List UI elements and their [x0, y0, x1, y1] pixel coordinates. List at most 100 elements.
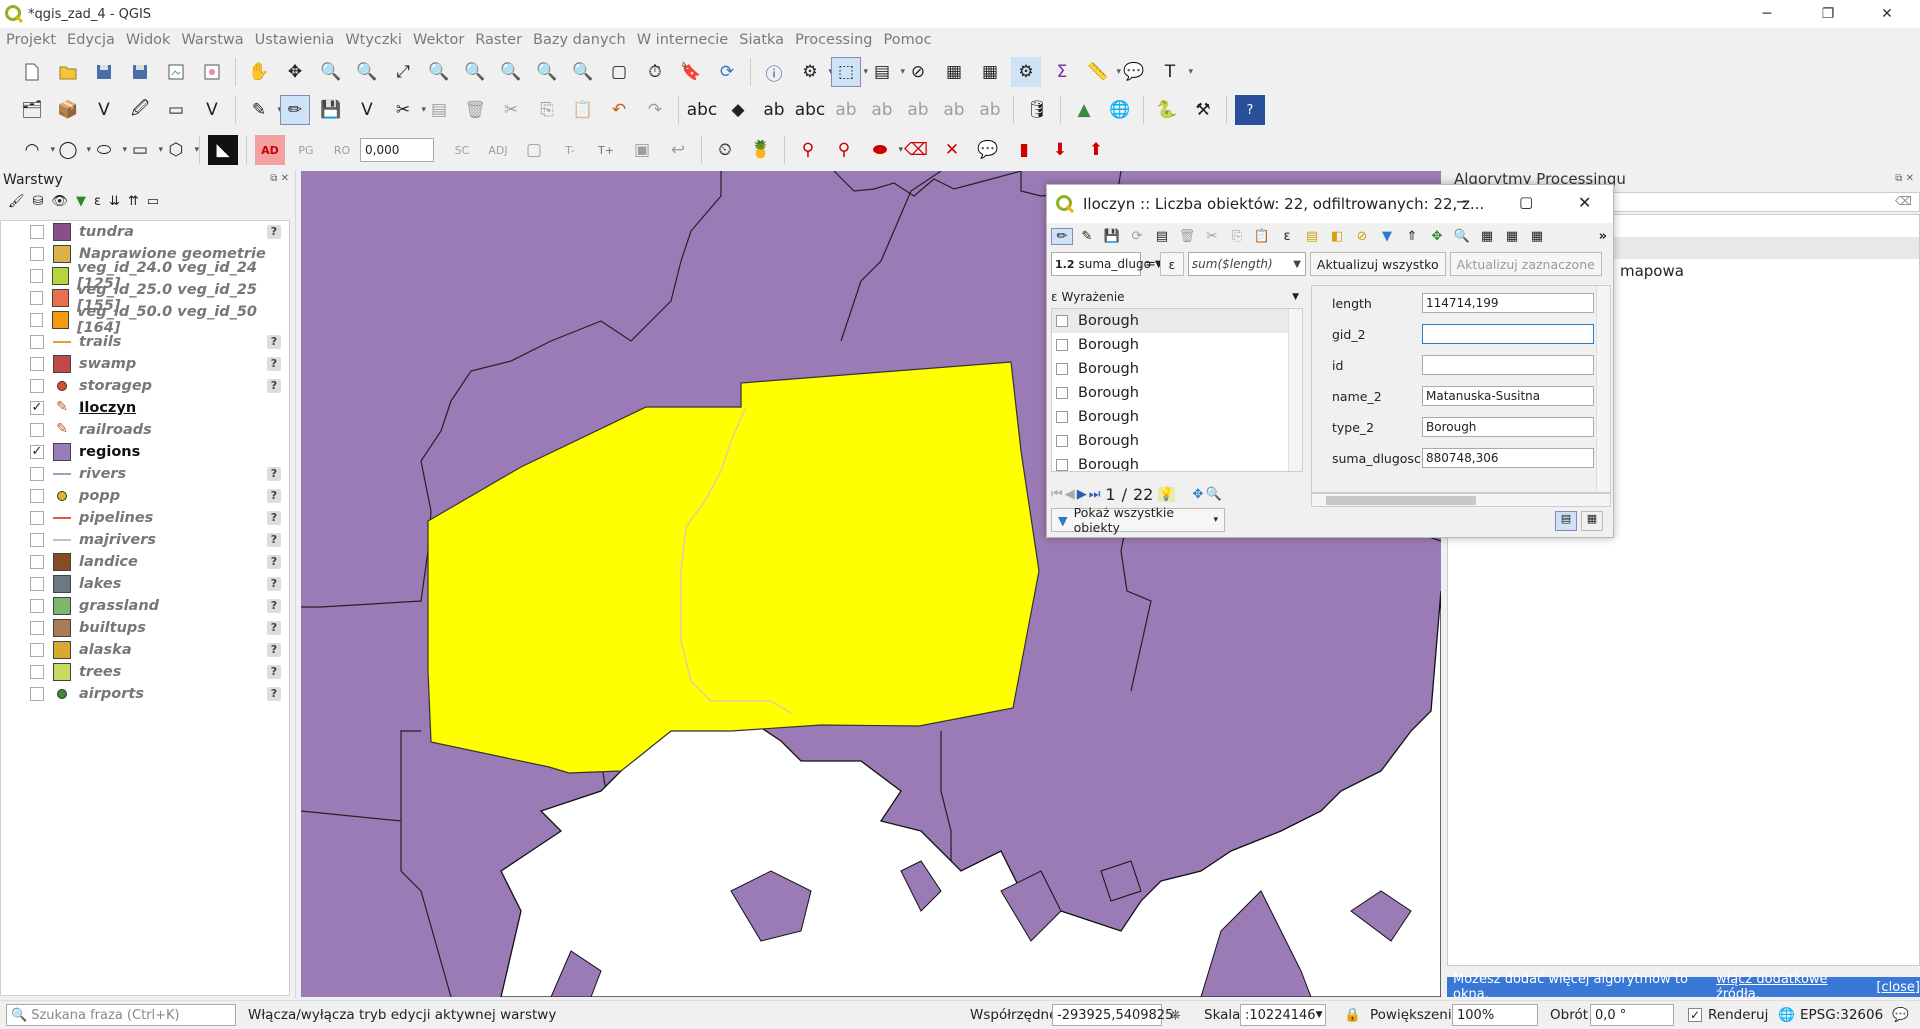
- parallel-icon[interactable]: PG: [291, 135, 321, 165]
- copy-icon[interactable]: ⎘: [1226, 229, 1248, 244]
- feature-checkbox[interactable]: [1056, 411, 1068, 423]
- save-as-icon[interactable]: [125, 57, 155, 87]
- menu-processing[interactable]: Processing: [795, 32, 872, 48]
- layer-row-builtups[interactable]: builtups?: [1, 617, 289, 639]
- layer-row-veg_id_50.0[interactable]: veg_id_50.0 veg_id_50 [164]: [1, 304, 289, 336]
- new-map-view-icon[interactable]: ▢: [604, 57, 634, 87]
- rotate-icon[interactable]: RO: [327, 135, 357, 165]
- minimize-button[interactable]: ─: [1744, 0, 1790, 28]
- show-all-features-filter[interactable]: ▼ Pokaż wszystkie obiekty ▾: [1051, 505, 1225, 535]
- field-calculator-icon[interactable]: ▦: [975, 57, 1005, 87]
- split-features-icon[interactable]: ⚲: [793, 135, 823, 165]
- statistics-icon[interactable]: Σ: [1047, 57, 1077, 87]
- redo-icon[interactable]: ↷: [640, 95, 670, 125]
- paste-icon[interactable]: 📋: [1251, 229, 1273, 244]
- update-selected-button[interactable]: Aktualizuj zaznaczone: [1449, 252, 1602, 276]
- processing-tree-item[interactable]: a mapowa: [1606, 262, 1684, 280]
- label-change-icon[interactable]: abc: [795, 95, 826, 125]
- menu-widok[interactable]: Widok: [126, 32, 171, 48]
- rotation-input[interactable]: 0,0 °: [1590, 1004, 1674, 1026]
- layer-visibility-checkbox[interactable]: ✓: [30, 401, 44, 415]
- layer-visibility-checkbox[interactable]: ✓: [30, 445, 44, 459]
- plugin-globe-icon[interactable]: 🌐: [1105, 95, 1135, 125]
- shape-digitize-icon[interactable]: ◠: [17, 135, 55, 165]
- layer-visibility-checkbox[interactable]: [30, 643, 44, 657]
- layer-visibility-checkbox[interactable]: [30, 423, 44, 437]
- layer-visibility-checkbox[interactable]: [30, 489, 44, 503]
- timer-icon[interactable]: ⏲: [710, 135, 740, 165]
- add-wms-icon[interactable]: ▭: [161, 95, 191, 125]
- layer-warning-icon[interactable]: ?: [267, 643, 281, 657]
- cut-icon[interactable]: ✂: [496, 95, 526, 125]
- layer-warning-icon[interactable]: ?: [267, 599, 281, 613]
- prev-feature-icon[interactable]: ◀: [1065, 487, 1075, 502]
- layer-row-railroads[interactable]: ✎ railroads: [1, 419, 289, 441]
- feature-checkbox[interactable]: [1056, 363, 1068, 375]
- layer-warning-icon[interactable]: ?: [267, 687, 281, 701]
- data-source-manager-icon[interactable]: 🗂: [17, 95, 47, 125]
- layer-visibility-checkbox[interactable]: [30, 335, 44, 349]
- label-props-icon[interactable]: ab: [975, 95, 1005, 125]
- layer-warning-icon[interactable]: ?: [267, 665, 281, 679]
- layer-visibility-checkbox[interactable]: [30, 621, 44, 635]
- select-all-icon[interactable]: ▤: [1301, 229, 1323, 244]
- label-show-icon[interactable]: ab: [903, 95, 933, 125]
- open-project-icon[interactable]: [53, 57, 83, 87]
- layer-row-tundra[interactable]: tundra?: [1, 221, 289, 243]
- zoom-in-icon[interactable]: 🔍: [316, 57, 346, 87]
- pan-to-feature-icon[interactable]: ✥: [1193, 487, 1204, 502]
- label-hide-icon[interactable]: ab: [939, 95, 969, 125]
- zoom-to-feature-icon[interactable]: 🔍: [1205, 487, 1221, 502]
- pan-to-selection-icon[interactable]: ✥: [280, 57, 310, 87]
- cut-icon[interactable]: ✂: [1201, 229, 1223, 244]
- filter-expression-icon[interactable]: ε: [94, 194, 101, 209]
- help-icon[interactable]: ?: [1235, 95, 1265, 125]
- highlight-bulb-icon[interactable]: 💡: [1158, 486, 1175, 502]
- rotate-feature-icon[interactable]: ▮: [1009, 135, 1039, 165]
- expression-input[interactable]: sum($length) ▼: [1187, 252, 1306, 276]
- collapse-all-icon[interactable]: ⇈: [128, 194, 139, 209]
- layer-visibility-checkbox[interactable]: [30, 313, 44, 327]
- save-edits-icon[interactable]: 💾: [1101, 229, 1123, 244]
- text-annotation-icon[interactable]: T: [1155, 57, 1193, 87]
- pineapple-icon[interactable]: 🍍: [746, 135, 776, 165]
- feature-checkbox[interactable]: [1056, 435, 1068, 447]
- restore-button[interactable]: ❐: [1805, 0, 1851, 28]
- paste-icon[interactable]: 📋: [568, 95, 598, 125]
- python-console-icon[interactable]: 🐍: [1152, 95, 1182, 125]
- layer-warning-icon[interactable]: ?: [267, 489, 281, 503]
- plugin-tool-icon[interactable]: ⚒: [1188, 95, 1218, 125]
- menu-raster[interactable]: Raster: [475, 32, 522, 48]
- next-feature-icon[interactable]: ▶: [1077, 487, 1087, 502]
- zoom-next-icon[interactable]: 🔍: [568, 57, 598, 87]
- add-ring-icon[interactable]: ⬬: [865, 135, 903, 165]
- layer-visibility-checkbox[interactable]: [30, 511, 44, 525]
- locator-search-input[interactable]: 🔍 Szukana fraza (Ctrl+K): [6, 1004, 236, 1026]
- menu-edycja[interactable]: Edycja: [67, 32, 115, 48]
- zoom-to-selected-icon[interactable]: 🔍: [1451, 229, 1473, 244]
- georeferencer-icon[interactable]: ▲: [1069, 95, 1099, 125]
- split-parts-icon[interactable]: ⚲: [829, 135, 859, 165]
- label-scale-input[interactable]: 0,000: [360, 138, 434, 162]
- layer-visibility-checkbox[interactable]: [30, 599, 44, 613]
- transparency-icon[interactable]: ▢: [519, 135, 549, 165]
- measure-icon[interactable]: 📏: [1083, 57, 1121, 87]
- new-project-icon[interactable]: [17, 57, 47, 87]
- zoom-last-icon[interactable]: 🔍: [532, 57, 562, 87]
- layer-row-iloczyn[interactable]: ✓ ✎ Iloczyn: [1, 397, 289, 419]
- text-plus-icon[interactable]: T+: [591, 135, 621, 165]
- field-value-input[interactable]: 880748,306: [1422, 448, 1594, 468]
- delete-feature-icon[interactable]: 🗑: [1176, 229, 1198, 244]
- feature-list-item[interactable]: Borough: [1052, 357, 1302, 381]
- layer-row-landice[interactable]: landice?: [1, 551, 289, 573]
- invert-selection-icon[interactable]: ◧: [1326, 229, 1348, 244]
- layer-row-pipelines[interactable]: pipelines?: [1, 507, 289, 529]
- form-hscrollbar[interactable]: [1311, 493, 1611, 507]
- vertex-tool-icon[interactable]: ✂: [388, 95, 426, 125]
- menu-warstwa[interactable]: Warstwa: [181, 32, 243, 48]
- layer-visibility-checkbox[interactable]: [30, 577, 44, 591]
- open-attribute-table-icon[interactable]: ▦: [939, 57, 969, 87]
- layer-row-trees[interactable]: trees?: [1, 661, 289, 683]
- update-all-button[interactable]: Aktualizuj wszystko: [1309, 252, 1446, 276]
- feature-checkbox[interactable]: [1056, 339, 1068, 351]
